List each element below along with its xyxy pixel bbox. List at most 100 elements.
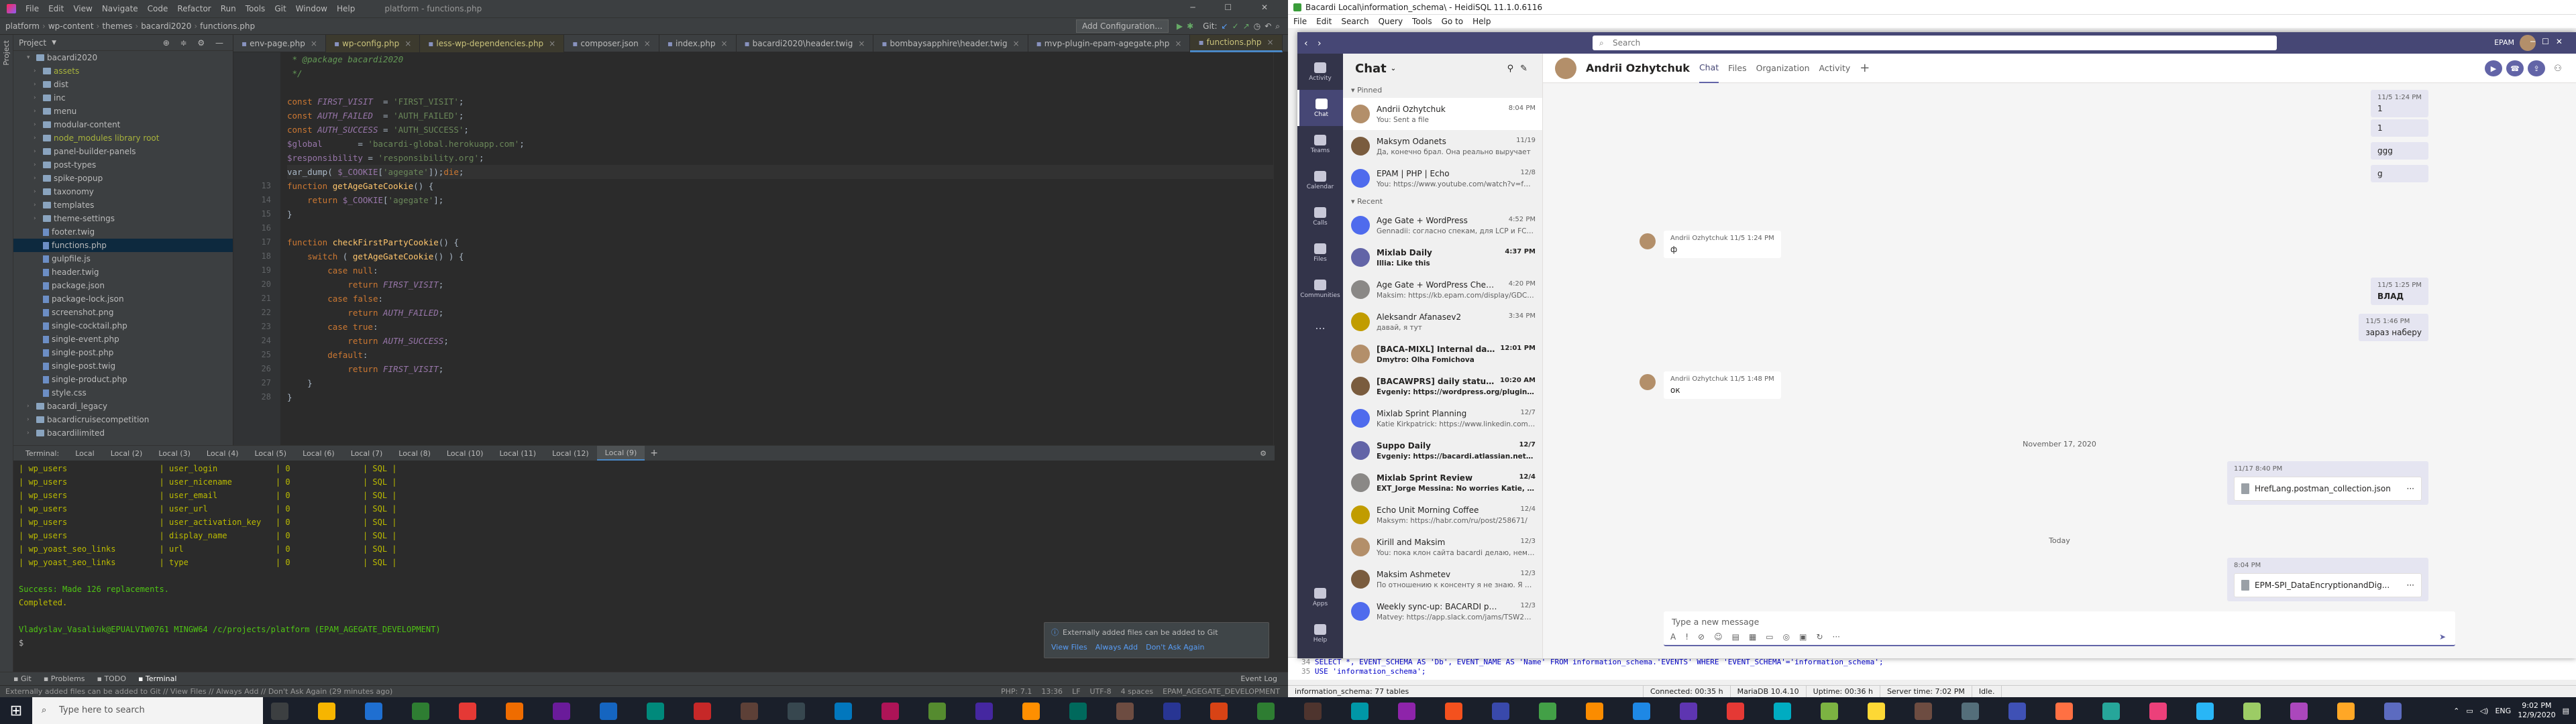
taskbar-app-icon[interactable] bbox=[1633, 703, 1650, 720]
teams-search-input[interactable]: ⌕ Search bbox=[1593, 36, 2277, 50]
rail-item-activity[interactable]: Activity bbox=[1297, 54, 1343, 90]
taskbar-app-icon[interactable] bbox=[2055, 703, 2073, 720]
close-icon[interactable]: × bbox=[720, 39, 727, 48]
tree-item[interactable]: gulpfile.js bbox=[13, 252, 233, 265]
tree-item[interactable]: › bacardilimited bbox=[13, 426, 233, 440]
filter-and-new-chat-icons[interactable]: ⚲✎ bbox=[1507, 64, 1534, 74]
breadcrumb-item[interactable]: platform bbox=[5, 21, 40, 31]
rail-item-calendar[interactable]: Calendar bbox=[1297, 162, 1343, 198]
emoji-icon[interactable]: ☺ bbox=[1714, 632, 1723, 642]
status-item[interactable]: 4 spaces bbox=[1121, 687, 1154, 696]
menu-item-window[interactable]: Window bbox=[296, 4, 327, 13]
chat-item[interactable]: Maksym Odanets 11/19 Да, конечно брал. Она… bbox=[1343, 130, 1542, 162]
search-everywhere-icon[interactable]: ⌕ bbox=[1275, 21, 1280, 32]
taskbar-app-icon[interactable] bbox=[694, 703, 711, 720]
format-icon[interactable]: A bbox=[1670, 632, 1676, 642]
project-pane-actions[interactable]: ⊕ ≑ ⚙ — bbox=[163, 38, 227, 48]
more-options-icon[interactable]: ··· bbox=[2407, 484, 2414, 493]
rail-item-[interactable]: ... bbox=[1297, 307, 1343, 343]
pinned-section-label[interactable]: ▾ Pinned bbox=[1343, 83, 1542, 98]
taskbar-app-icon[interactable] bbox=[1163, 703, 1181, 720]
menu-item-navigate[interactable]: Navigate bbox=[102, 4, 138, 13]
taskbar-app-icon[interactable] bbox=[1398, 703, 1415, 720]
conversation-tab[interactable]: Files bbox=[1728, 54, 1746, 83]
compose-box[interactable]: Type a new message A ! ⊘ ☺ ▤ ▦ ▭ ◎ ▣ ↻ ·… bbox=[1664, 611, 2455, 646]
git-push-icon[interactable]: ↗ bbox=[1243, 21, 1250, 31]
close-icon[interactable]: × bbox=[1175, 39, 1181, 48]
terminal-tab[interactable]: Local (2) bbox=[103, 446, 151, 461]
tray-overflow-icon[interactable]: ⌃ bbox=[2453, 707, 2459, 715]
editor-tab[interactable]: ▪ functions.php × bbox=[1190, 34, 1283, 52]
terminal-tab[interactable]: Local (10) bbox=[439, 446, 492, 461]
editor-tab[interactable]: ▪ bombaysapphire\header.twig × bbox=[873, 34, 1028, 52]
event-log-button[interactable]: Event Log bbox=[1240, 674, 1277, 683]
menu-item-edit[interactable]: Edit bbox=[48, 4, 64, 13]
taskbar-app-icon[interactable] bbox=[318, 703, 335, 720]
sticker-icon[interactable]: ▦ bbox=[1749, 632, 1756, 642]
taskbar-app-icon[interactable] bbox=[1210, 703, 1228, 720]
taskbar-app-icon[interactable] bbox=[1351, 703, 1368, 720]
bottom-tool-git[interactable]: ▪ Git bbox=[13, 674, 32, 683]
bottom-tool-todo[interactable]: ▪ TODO bbox=[97, 674, 126, 683]
attach-icon[interactable]: ⊘ bbox=[1698, 632, 1705, 642]
history-icon[interactable]: ◷ bbox=[1254, 21, 1260, 31]
tree-item[interactable]: › menu bbox=[13, 105, 233, 118]
taskbar-app-icon[interactable] bbox=[271, 703, 288, 720]
heidi-menu-item[interactable]: File bbox=[1293, 17, 1307, 26]
chat-item[interactable]: Mixlab Sprint Review 12/4 EXT_Jorge Messin… bbox=[1343, 467, 1542, 499]
tree-item[interactable]: screenshot.png bbox=[13, 306, 233, 319]
debug-icon[interactable]: ✱ bbox=[1187, 21, 1193, 31]
chat-item[interactable]: Weekly sync-up: BACARDI projects 12/3 Matv… bbox=[1343, 595, 1542, 627]
taskbar-app-icon[interactable] bbox=[1304, 703, 1322, 720]
tree-item[interactable]: › panel-builder-panels bbox=[13, 145, 233, 158]
network-icon[interactable]: ▭ bbox=[2466, 707, 2473, 715]
terminal-output[interactable]: | wp_users | user_login | 0 | SQL | | wp_… bbox=[13, 461, 1275, 650]
windows-start-icon[interactable]: ⊞ bbox=[0, 697, 32, 724]
taskbar-app-icon[interactable] bbox=[459, 703, 476, 720]
taskbar-app-icon[interactable] bbox=[788, 703, 805, 720]
tree-item[interactable]: › inc bbox=[13, 91, 233, 105]
chat-item[interactable]: Mixlab Sprint Planning 12/7 Katie Kirkpatr… bbox=[1343, 402, 1542, 434]
ide-window-controls[interactable]: ─ ☐ ✕ bbox=[1190, 3, 1281, 12]
conversation-tab[interactable]: Organization bbox=[1756, 54, 1810, 83]
chat-item[interactable]: Kirill and Maksim 12/3 You: пока клон сайт… bbox=[1343, 531, 1542, 563]
close-icon[interactable]: × bbox=[311, 39, 317, 48]
taskbar-app-icon[interactable] bbox=[365, 703, 382, 720]
tree-item[interactable]: package.json bbox=[13, 279, 233, 292]
taskbar-app-icon[interactable] bbox=[1727, 703, 1744, 720]
terminal-tab[interactable]: Local (5) bbox=[247, 446, 295, 461]
menu-item-code[interactable]: Code bbox=[148, 4, 168, 13]
taskbar-app-icon[interactable] bbox=[1821, 703, 1838, 720]
tree-item[interactable]: footer.twig bbox=[13, 225, 233, 239]
status-item[interactable]: EPAM_AGEGATE_DEVELOPMENT bbox=[1163, 687, 1280, 696]
rail-item-calls[interactable]: Calls bbox=[1297, 198, 1343, 235]
recent-section-label[interactable]: ▾ Recent bbox=[1343, 194, 1542, 209]
taskbar-app-icon[interactable] bbox=[647, 703, 664, 720]
chevron-down-icon[interactable]: ⌄ bbox=[1391, 65, 1396, 72]
gif-icon[interactable]: ▤ bbox=[1732, 632, 1739, 642]
file-card[interactable]: EPM-SPI_DataEncryptionandDig... ··· bbox=[2234, 573, 2422, 597]
tree-item[interactable]: single-cocktail.php bbox=[13, 319, 233, 333]
video-call-icon[interactable]: ▶ bbox=[2485, 60, 2502, 76]
menu-item-help[interactable]: Help bbox=[337, 4, 355, 13]
taskbar-app-icon[interactable] bbox=[741, 703, 758, 720]
tree-item[interactable]: › taxonomy bbox=[13, 185, 233, 198]
more-options-icon[interactable]: ··· bbox=[1833, 632, 1840, 642]
chat-item[interactable]: EPAM | PHP | Echo 12/8 You: https://www.yo… bbox=[1343, 162, 1542, 194]
stream-icon[interactable]: ◎ bbox=[1783, 632, 1790, 642]
rail-item-communities[interactable]: Communities bbox=[1297, 271, 1343, 307]
taskbar-app-icon[interactable] bbox=[506, 703, 523, 720]
chat-item[interactable]: Echo Unit Morning Coffee 12/4 Maksym: http… bbox=[1343, 499, 1542, 531]
important-icon[interactable]: ! bbox=[1685, 632, 1688, 642]
rail-item-apps[interactable]: Apps bbox=[1297, 579, 1343, 615]
terminal-tab[interactable]: Local (3) bbox=[150, 446, 199, 461]
close-icon[interactable]: × bbox=[644, 39, 651, 48]
editor-tab[interactable]: ▪ less-wp-dependencies.php × bbox=[420, 34, 565, 52]
more-options-icon[interactable]: ··· bbox=[2407, 581, 2414, 590]
taskbar-app-icon[interactable] bbox=[881, 703, 899, 720]
editor-tab[interactable]: ▪ bacardi2020\header.twig × bbox=[737, 34, 874, 52]
tree-item[interactable]: ▾ bacardi2020 bbox=[13, 51, 233, 64]
taskbar-search-input[interactable]: ⌕ Type here to search bbox=[32, 697, 263, 724]
language-indicator[interactable]: ENG bbox=[2495, 707, 2511, 715]
send-icon[interactable]: ➤ bbox=[2439, 632, 2446, 642]
